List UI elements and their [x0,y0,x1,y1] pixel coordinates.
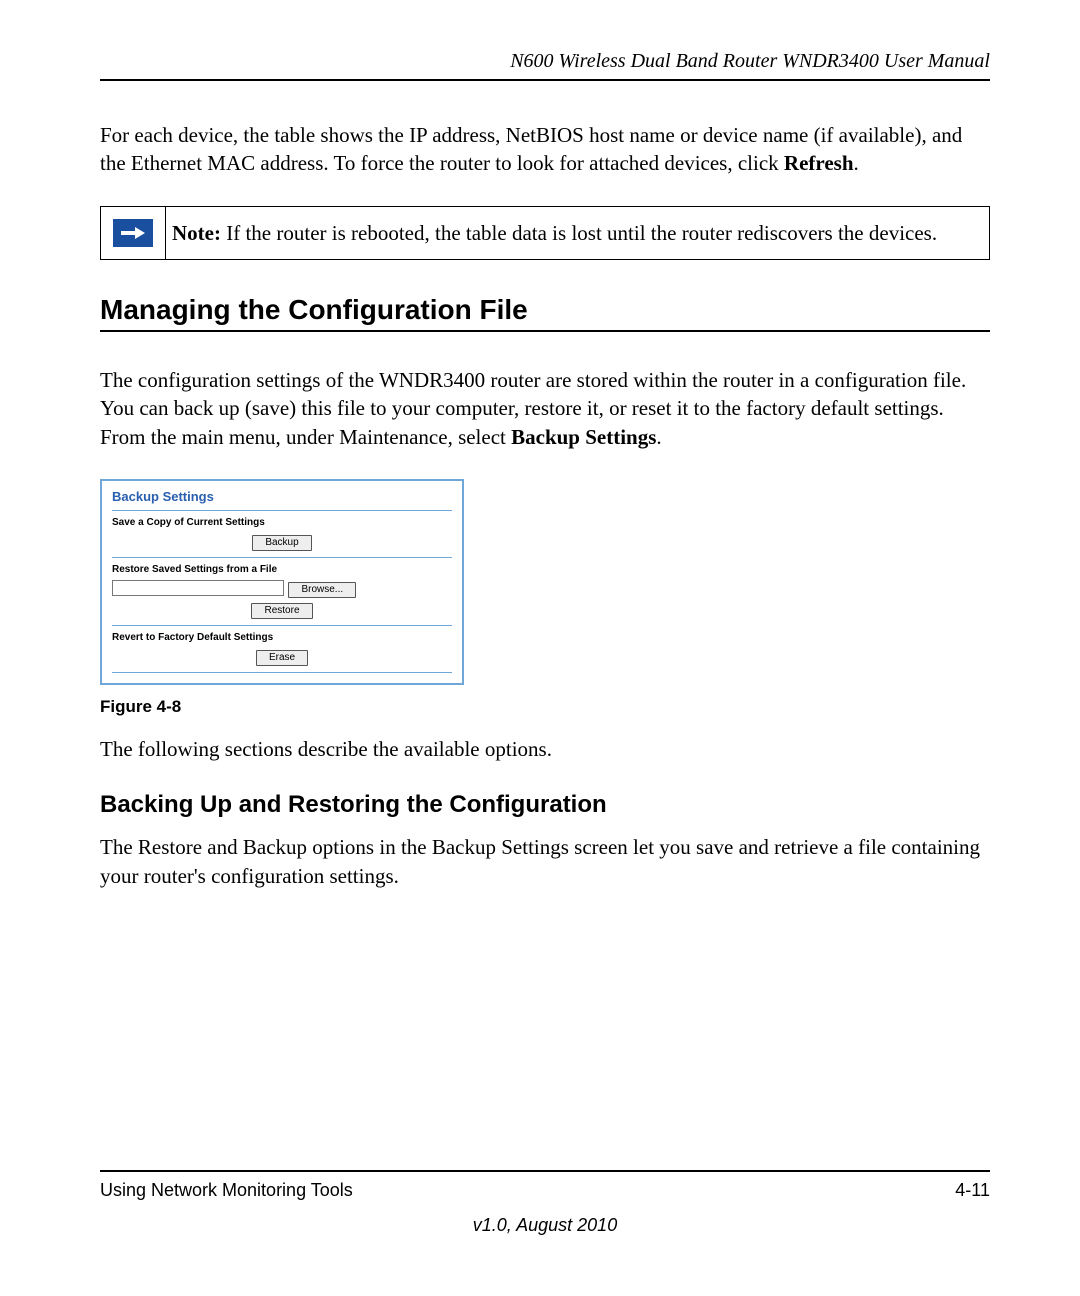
note-body: If the router is rebooted, the table dat… [221,221,937,245]
section-bold: Backup Settings [511,425,656,449]
arrow-svg [119,224,147,242]
erase-button[interactable]: Erase [256,650,308,666]
section-post: . [656,425,661,449]
intro-paragraph: For each device, the table shows the IP … [100,121,990,178]
running-header: N600 Wireless Dual Band Router WNDR3400 … [100,50,990,73]
after-figure-paragraph: The following sections describe the avai… [100,735,990,763]
intro-post: . [854,151,859,175]
section-heading: Managing the Configuration File [100,294,990,326]
subsection-paragraph: The Restore and Backup options in the Ba… [100,833,990,890]
panel-divider [112,557,452,558]
section-paragraph: The configuration settings of the WNDR34… [100,366,990,451]
backup-button[interactable]: Backup [252,535,311,551]
note-icon-cell [101,207,166,259]
figure-caption: Figure 4-8 [100,697,990,717]
section-rule [100,330,990,332]
restore-file-label: Restore Saved Settings from a File [112,564,452,575]
header-rule [100,79,990,81]
arrow-right-icon [113,219,153,247]
panel-divider [112,672,452,673]
revert-label: Revert to Factory Default Settings [112,632,452,643]
file-path-input[interactable] [112,580,284,596]
browse-button[interactable]: Browse... [288,582,356,598]
manual-page: N600 Wireless Dual Band Router WNDR3400 … [0,0,1080,1296]
page-number: 4-11 [955,1180,990,1201]
note-box: Note: If the router is rebooted, the tab… [100,206,990,260]
intro-bold: Refresh [784,151,854,175]
page-footer: Using Network Monitoring Tools 4-11 v1.0… [100,1170,990,1236]
panel-title: Backup Settings [112,489,452,504]
save-copy-label: Save a Copy of Current Settings [112,517,452,528]
footer-left: Using Network Monitoring Tools [100,1180,353,1201]
backup-settings-screenshot: Backup Settings Save a Copy of Current S… [100,479,464,685]
footer-version: v1.0, August 2010 [100,1215,990,1236]
panel-divider [112,510,452,511]
note-text: Note: If the router is rebooted, the tab… [166,207,951,259]
subsection-heading: Backing Up and Restoring the Configurati… [100,791,990,819]
restore-button[interactable]: Restore [251,603,312,619]
note-label: Note: [172,221,221,245]
footer-rule [100,1170,990,1172]
panel-divider [112,625,452,626]
